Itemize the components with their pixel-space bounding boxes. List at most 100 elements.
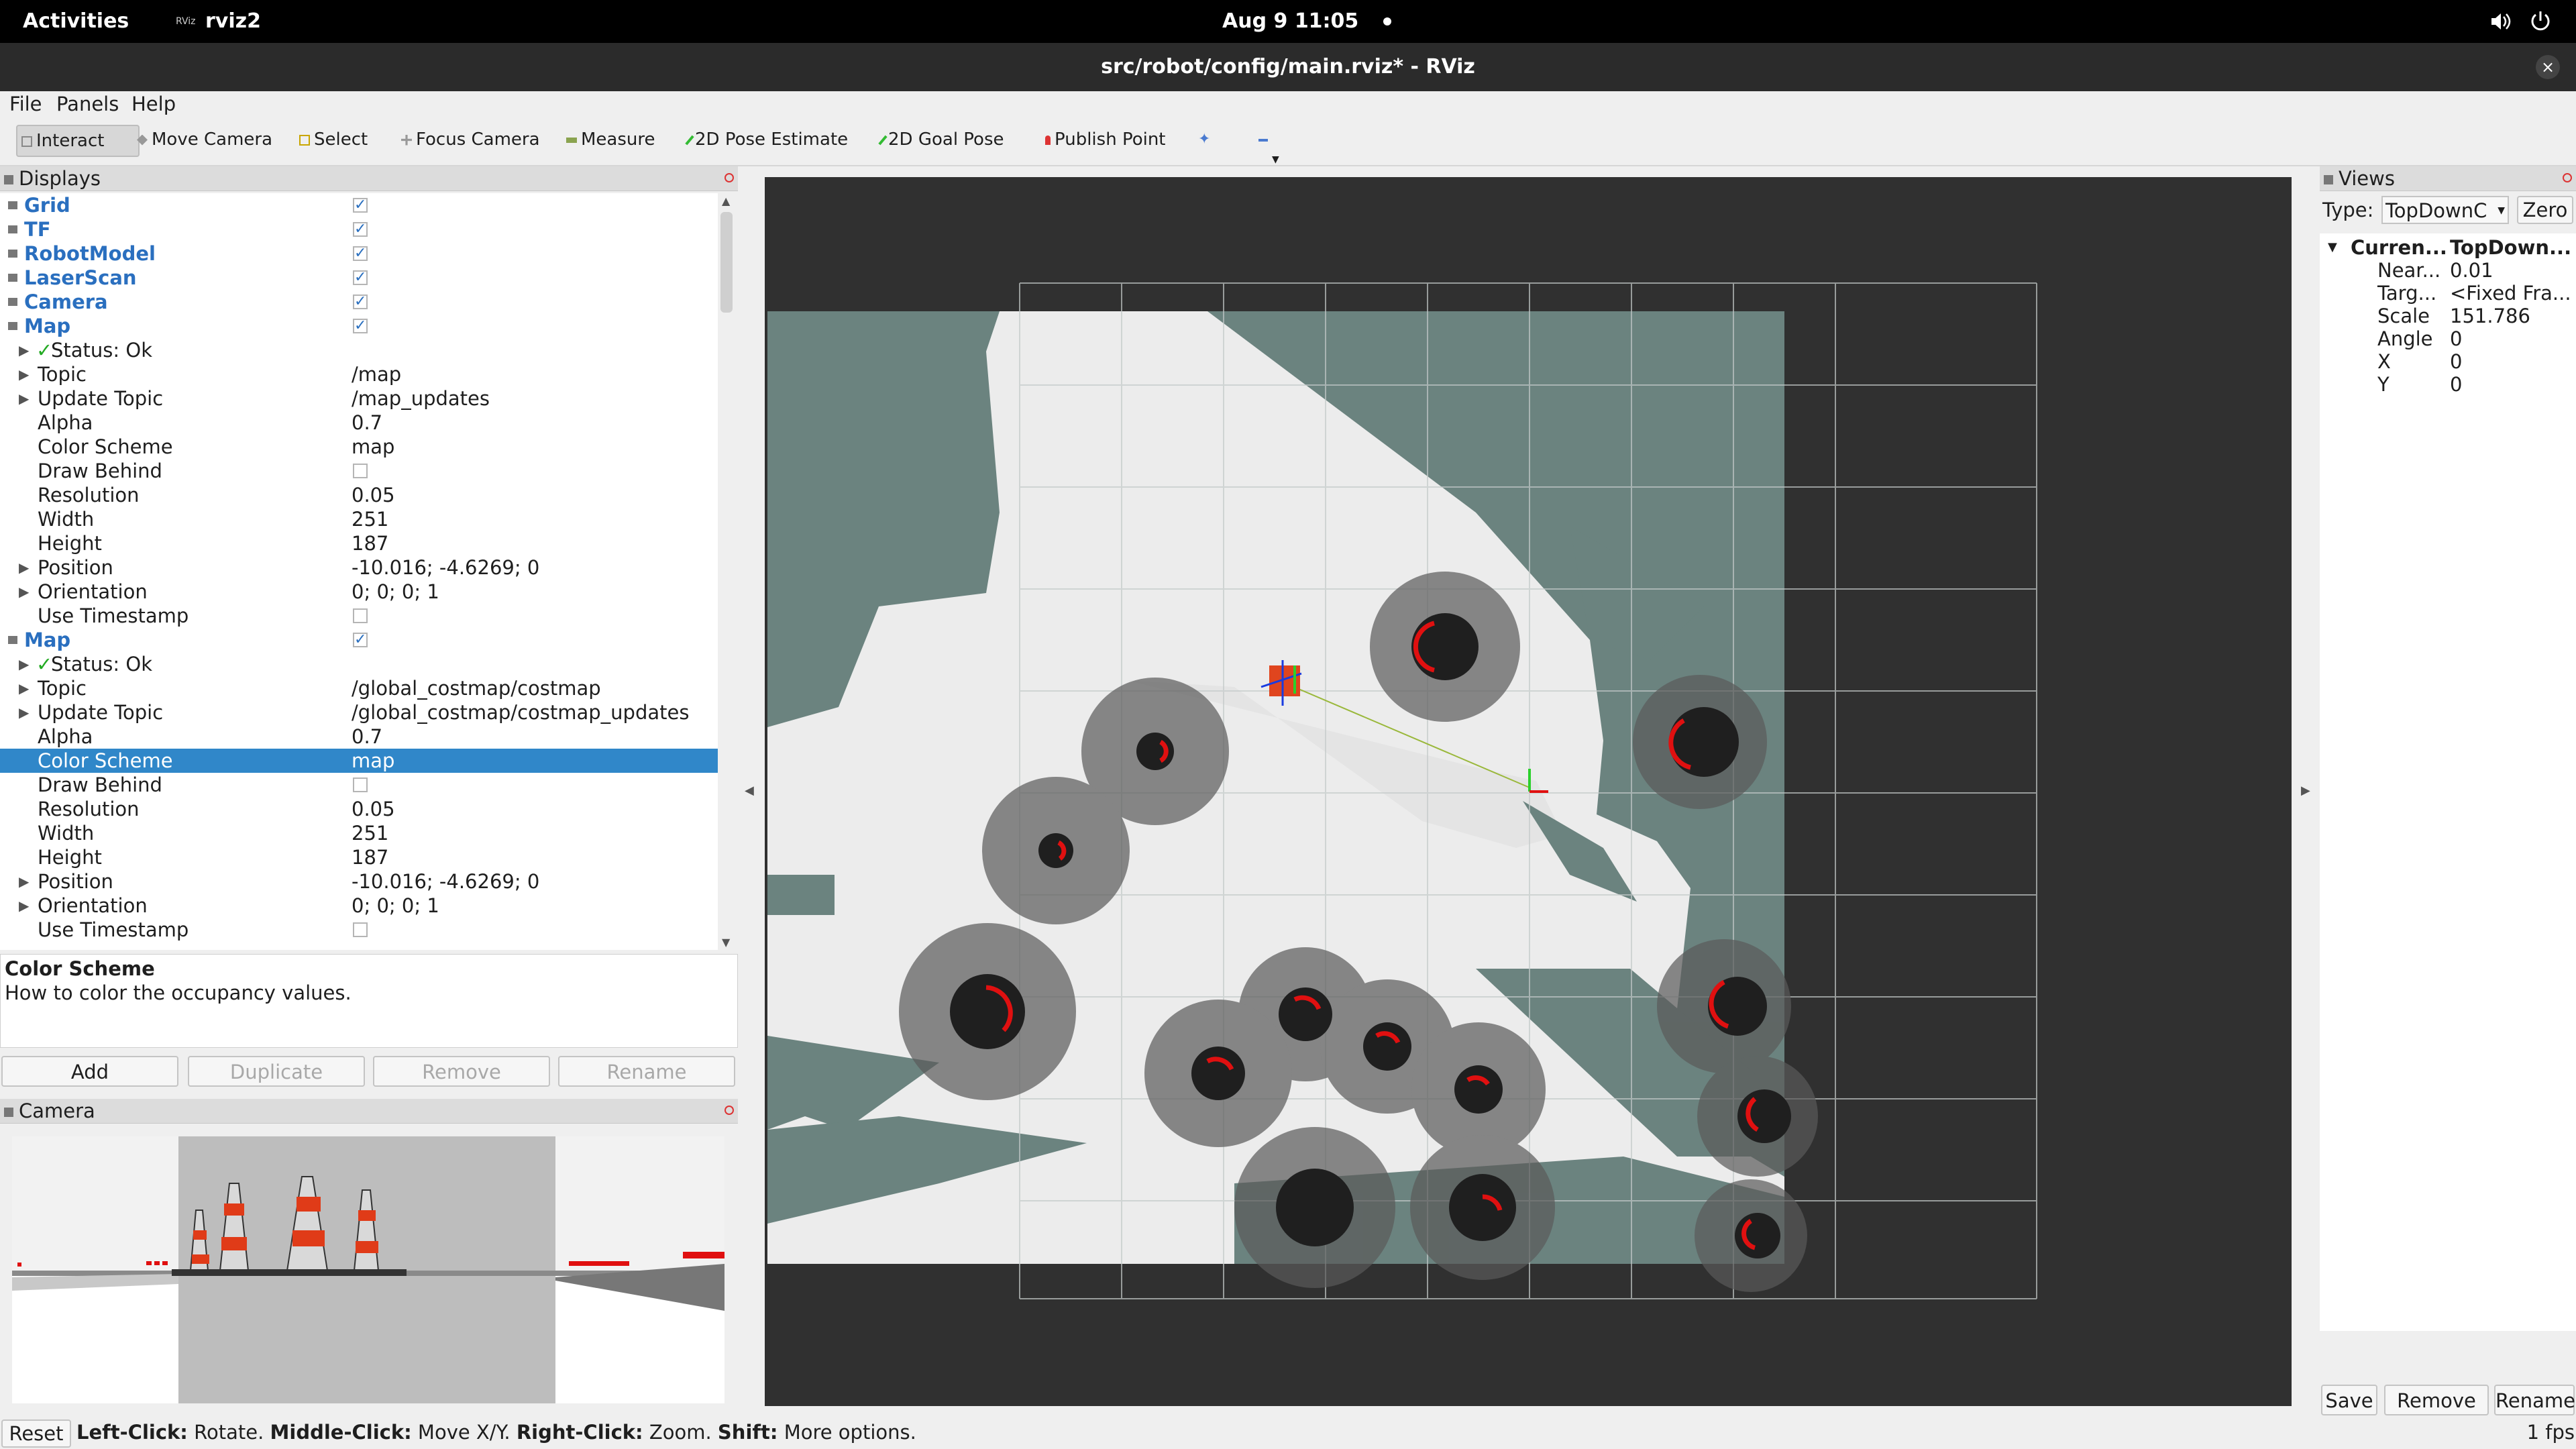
- volume-icon[interactable]: [2489, 11, 2512, 32]
- window-close-button[interactable]: ×: [2536, 55, 2560, 79]
- expand-arrow-icon[interactable]: ▶: [19, 869, 29, 894]
- reset-view-button[interactable]: Reset: [1, 1419, 71, 1448]
- grid-enabled-checkbox[interactable]: ✓: [353, 198, 368, 213]
- right-dock-collapse-icon[interactable]: ▶: [2301, 784, 2310, 798]
- expand-arrow-icon[interactable]: ▶: [19, 676, 29, 700]
- property-topic[interactable]: ▶ Topic/map: [0, 362, 718, 386]
- property-orientation[interactable]: ▶ Orientation 0; 0; 0; 1: [0, 894, 718, 918]
- display-camera[interactable]: Camera ✓: [0, 290, 718, 314]
- expand-arrow-icon[interactable]: ▶: [19, 700, 29, 724]
- display-laserscan[interactable]: LaserScan ✓: [0, 266, 718, 290]
- add-tool-button[interactable]: ✦: [1194, 125, 1214, 154]
- tool-publish-point[interactable]: Publish Point: [1041, 125, 1170, 154]
- property-width[interactable]: Width 251: [0, 507, 718, 531]
- expand-arrow-icon[interactable]: ▶: [19, 894, 29, 918]
- expand-arrow-icon[interactable]: ▶: [19, 338, 29, 362]
- power-icon[interactable]: [2529, 9, 2552, 32]
- view-property-row[interactable]: Targ... <Fixed Fra...: [2320, 282, 2576, 305]
- panel-close-icon[interactable]: [724, 173, 734, 182]
- app-menu[interactable]: rviz2: [205, 0, 261, 43]
- property-status-ok[interactable]: ▶ ✓ Status: Ok: [0, 338, 718, 362]
- property-update-topic[interactable]: ▶ Update Topic/global_costmap/costmap_upd…: [0, 700, 718, 724]
- duplicate-display-button[interactable]: Duplicate: [188, 1056, 365, 1087]
- scrollbar-thumb[interactable]: [720, 212, 733, 313]
- render-view-3d[interactable]: [765, 177, 2292, 1406]
- property-orientation[interactable]: ▶ Orientation 0; 0; 0; 1: [0, 580, 718, 604]
- property-use-timestamp[interactable]: Use Timestamp: [0, 604, 718, 628]
- left-dock-collapse-icon[interactable]: ◀: [745, 784, 754, 798]
- property-draw-behind[interactable]: Draw Behind: [0, 773, 718, 797]
- tool-select[interactable]: Select: [295, 125, 372, 154]
- display-map[interactable]: Map ✓: [0, 314, 718, 338]
- expand-arrow-icon[interactable]: ▶: [19, 362, 29, 386]
- draw-behind-checkbox[interactable]: [353, 777, 368, 792]
- property-height[interactable]: Height 187: [0, 845, 718, 869]
- map-costmap-enabled-checkbox[interactable]: ✓: [353, 633, 368, 647]
- display-tf[interactable]: TF ✓: [0, 217, 718, 241]
- use-timestamp-checkbox[interactable]: [353, 608, 368, 623]
- menu-help[interactable]: Help: [131, 93, 176, 115]
- expand-arrow-icon[interactable]: ▶: [19, 386, 29, 411]
- tool-2d-goal-pose[interactable]: 2D Goal Pose: [877, 125, 1008, 154]
- draw-behind-checkbox[interactable]: [353, 464, 368, 478]
- panel-close-icon[interactable]: [724, 1106, 734, 1115]
- tool-focus-camera[interactable]: Focus Camera: [397, 125, 544, 154]
- remove-display-button[interactable]: Remove: [373, 1056, 550, 1087]
- tool-move-camera[interactable]: Move Camera: [133, 125, 276, 154]
- panel-close-icon[interactable]: [2563, 173, 2572, 182]
- tool-2d-pose-estimate[interactable]: 2D Pose Estimate: [684, 125, 852, 154]
- property-resolution[interactable]: Resolution 0.05: [0, 797, 718, 821]
- view-property-row[interactable]: Angle 0: [2320, 327, 2576, 350]
- property-position[interactable]: ▶ Position -10.016; -4.6269; 0: [0, 869, 718, 894]
- save-view-button[interactable]: Save: [2321, 1385, 2377, 1415]
- view-property-row[interactable]: Y0: [2320, 373, 2576, 396]
- property-update-topic[interactable]: ▶ Update Topic/map_updates: [0, 386, 718, 411]
- view-property-row[interactable]: Near... 0.01: [2320, 259, 2576, 282]
- laserscan-display-icon: [8, 274, 17, 282]
- property-height[interactable]: Height 187: [0, 531, 718, 555]
- add-display-button[interactable]: Add: [1, 1056, 178, 1087]
- remove-view-button[interactable]: Remove: [2384, 1385, 2489, 1415]
- robotmodel-enabled-checkbox[interactable]: ✓: [353, 246, 368, 261]
- display-grid[interactable]: Grid ✓: [0, 193, 718, 217]
- menu-file[interactable]: File: [9, 93, 42, 115]
- scroll-down-icon[interactable]: ▼: [722, 936, 730, 949]
- expand-arrow-icon[interactable]: ▶: [19, 652, 29, 676]
- property-alpha[interactable]: Alpha 0.7: [0, 411, 718, 435]
- map-enabled-checkbox[interactable]: ✓: [353, 319, 368, 333]
- clock[interactable]: Aug 9 11:05: [1222, 0, 1358, 43]
- laserscan-enabled-checkbox[interactable]: ✓: [353, 270, 368, 285]
- use-timestamp-checkbox[interactable]: [353, 922, 368, 937]
- activities-button[interactable]: Activities: [23, 0, 129, 43]
- display-robotmodel[interactable]: RobotModel ✓: [0, 241, 718, 266]
- menu-panels[interactable]: Panels: [56, 93, 119, 115]
- camera-enabled-checkbox[interactable]: ✓: [353, 294, 368, 309]
- property-use-timestamp[interactable]: Use Timestamp: [0, 918, 718, 942]
- view-property-row[interactable]: X0: [2320, 350, 2576, 373]
- displays-scrollbar[interactable]: ▲ ▼: [718, 193, 735, 950]
- tool-interact[interactable]: Interact: [16, 125, 140, 157]
- property-topic[interactable]: ▶ Topic/global_costmap/costmap: [0, 676, 718, 700]
- remove-tool-button[interactable]: ▼: [1254, 125, 1279, 165]
- property-position[interactable]: ▶ Position -10.016; -4.6269; 0: [0, 555, 718, 580]
- display-map-costmap[interactable]: Map ✓: [0, 628, 718, 652]
- tool-measure[interactable]: Measure: [562, 125, 659, 154]
- property-width[interactable]: Width 251: [0, 821, 718, 845]
- property-status-ok[interactable]: ▶ ✓ Status: Ok: [0, 652, 718, 676]
- property-color-scheme[interactable]: Color Scheme map: [0, 435, 718, 459]
- view-property-row[interactable]: Scale 151.786: [2320, 305, 2576, 327]
- expand-arrow-icon[interactable]: ▶: [19, 580, 29, 604]
- scroll-up-icon[interactable]: ▲: [722, 195, 730, 207]
- current-view-row[interactable]: ▼ Curren... TopDown...: [2320, 236, 2576, 259]
- property-draw-behind[interactable]: Draw Behind: [0, 459, 718, 483]
- property-color-scheme[interactable]: Color Scheme map: [0, 749, 718, 773]
- rename-view-button[interactable]: Rename: [2494, 1385, 2575, 1415]
- expand-arrow-icon[interactable]: ▶: [19, 555, 29, 580]
- displays-panel-header: Displays: [0, 166, 738, 191]
- tf-enabled-checkbox[interactable]: ✓: [353, 222, 368, 237]
- zero-view-button[interactable]: Zero: [2517, 196, 2573, 224]
- property-alpha[interactable]: Alpha 0.7: [0, 724, 718, 749]
- view-type-select[interactable]: TopDownC ▼: [2381, 196, 2509, 224]
- rename-display-button[interactable]: Rename: [558, 1056, 735, 1087]
- property-resolution[interactable]: Resolution 0.05: [0, 483, 718, 507]
